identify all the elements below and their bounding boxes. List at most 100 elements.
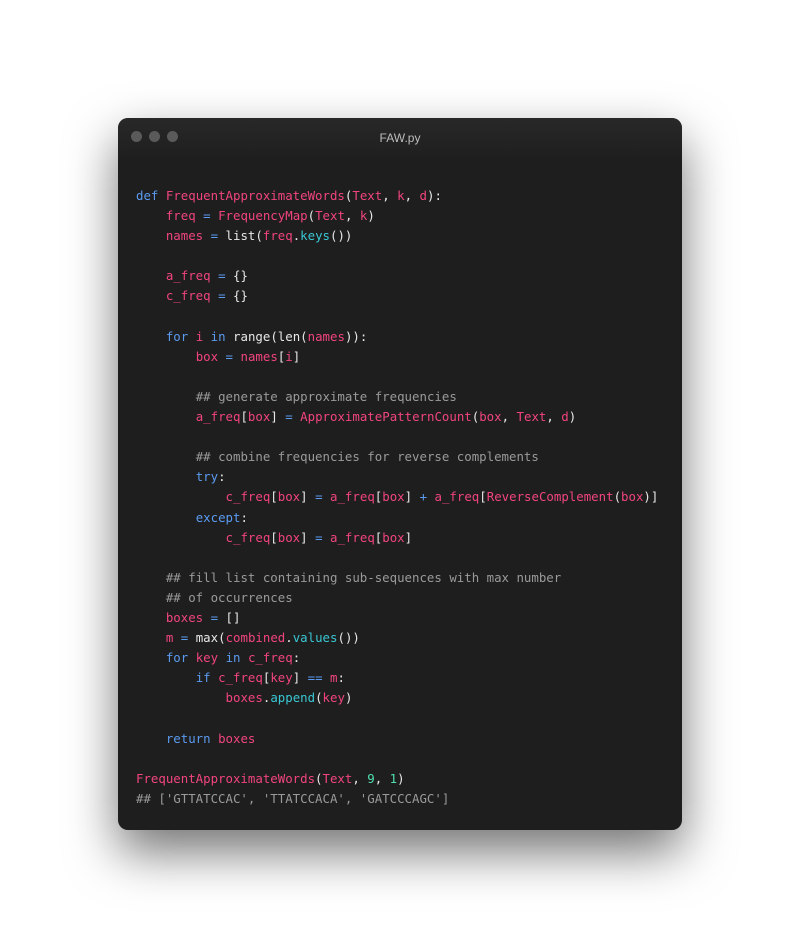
code-token: ( [315, 690, 323, 706]
code-token: freq [165, 208, 196, 224]
code-token: , [352, 770, 368, 786]
code-token: range(len( [225, 328, 308, 344]
code-token: key [270, 670, 293, 686]
code-line: c_freq = {} [136, 286, 658, 306]
code-line: c_freq[box] = a_freq[box] [136, 528, 658, 548]
code-token: ] [404, 489, 420, 505]
code-token: return [165, 730, 211, 746]
code-token: a_freq [195, 409, 241, 425]
code-token: == [307, 670, 323, 686]
code-token: = [203, 208, 211, 224]
code-line: ## generate approximate frequencies [136, 387, 658, 407]
code-token: : [218, 469, 226, 485]
code-token: box [479, 409, 502, 425]
code-token: ] [270, 409, 286, 425]
code-token: )] [643, 489, 659, 505]
code-token: = [210, 609, 219, 625]
code-line: ## ['GTTATCCAC', 'TTATCCACA', 'GATCCCAGC… [136, 789, 658, 809]
code-token: names [307, 328, 345, 344]
code-line: except: [136, 508, 658, 528]
code-token: ] [292, 348, 301, 364]
code-token: def [136, 188, 159, 203]
code-token: box [382, 529, 405, 545]
code-token: = [225, 348, 234, 364]
code-line: m = max(combined.values()) [136, 628, 658, 648]
code-token: : [337, 670, 345, 686]
code-token: ReverseComplement [486, 489, 614, 505]
code-token: d [561, 409, 569, 425]
code-token: ## combine frequencies for reverse compl… [195, 449, 539, 465]
code-token: ## of occurrences [165, 589, 293, 605]
code-line: boxes = [] [136, 608, 658, 628]
code-token: [ [270, 489, 278, 505]
code-token: in [210, 328, 226, 344]
code-line: return boxes [136, 729, 658, 749]
code-token: ( [307, 208, 316, 224]
code-line: ## of occurrences [136, 588, 658, 608]
code-token: : [292, 650, 301, 666]
code-token: a_freq [165, 268, 211, 284]
code-token: boxes [225, 690, 263, 706]
code-line: def FrequentApproximateWords(Text, k, d)… [136, 186, 658, 206]
code-token: = [285, 409, 293, 425]
code-token: boxes [218, 730, 256, 746]
code-line: if c_freq[key] == m: [136, 668, 658, 688]
code-token: Text [315, 208, 345, 224]
code-token: + [419, 489, 428, 505]
code-token: ] [300, 529, 316, 545]
code-token: for [165, 650, 189, 666]
code-token: boxes [165, 609, 204, 625]
code-token: d [419, 188, 427, 203]
title-bar: FAW.py [118, 118, 682, 158]
code-token: ## fill list containing sub-sequences wi… [165, 569, 562, 585]
code-line: for i in range(len(names)): [136, 327, 658, 347]
code-token: in [225, 650, 241, 666]
code-token: values [292, 630, 338, 646]
code-line: names = list(freq.keys()) [136, 226, 658, 246]
code-token: max( [188, 630, 226, 646]
code-token: . [285, 630, 293, 646]
code-line: try: [136, 467, 658, 487]
code-token: keys [300, 228, 331, 244]
code-token: ] [292, 670, 308, 686]
code-token: , [344, 208, 360, 224]
code-line: FrequentApproximateWords(Text, 9, 1) [136, 769, 658, 789]
code-token: , [382, 188, 398, 203]
code-token: a_freq [434, 489, 480, 505]
code-token: = [218, 288, 226, 304]
code-token: 9 [367, 770, 375, 786]
code-token: : [240, 509, 248, 525]
code-token: freq [262, 228, 293, 244]
code-token: , [374, 770, 390, 786]
code-token: [ [240, 409, 248, 425]
code-line: for key in c_freq: [136, 648, 658, 668]
code-token: c_freq [165, 288, 211, 304]
